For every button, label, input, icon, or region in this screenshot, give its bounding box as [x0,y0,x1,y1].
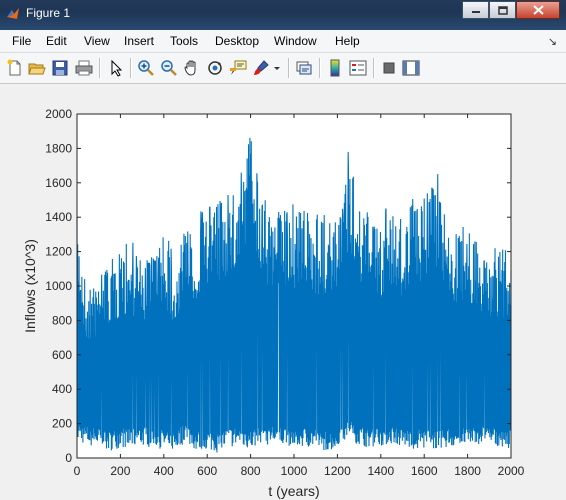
zoom-out-icon[interactable] [160,59,178,77]
x-tick-label: 600 [197,464,217,478]
y-tick-label: 600 [52,348,72,362]
figure-window: Figure 1 File Edit View Insert Tools Des… [0,0,566,500]
menu-bar: File Edit View Insert Tools Desktop Wind… [0,30,566,53]
link-plot-icon[interactable] [295,59,313,77]
x-tick-label: 1000 [281,464,308,478]
title-bar[interactable]: Figure 1 [0,0,566,31]
new-figure-icon[interactable] [6,59,24,77]
x-tick-label: 400 [154,464,174,478]
toolbar-separator [319,58,321,78]
y-tick-label: 1200 [45,245,72,259]
menu-edit[interactable]: Edit [46,34,67,48]
save-icon[interactable] [51,59,69,77]
figure-canvas: 0 200 400 600 800 1000 1200 1400 1600 1800 2000 0 20… [0,84,566,500]
menu-view[interactable]: View [84,34,110,48]
pan-hand-icon[interactable] [183,59,201,77]
brush-dropdown-icon[interactable] [272,59,282,77]
toolbar-separator [288,58,290,78]
y-tick-label: 2000 [45,107,72,121]
x-tick-label: 0 [74,464,81,478]
y-tick-label: 0 [65,451,72,465]
x-tick-label: 800 [241,464,261,478]
y-axis-label: Inflows (x10^3) [22,239,38,333]
zoom-in-icon[interactable] [137,59,155,77]
menu-desktop[interactable]: Desktop [215,34,259,48]
y-tick-label: 200 [52,417,72,431]
y-tick-label: 400 [52,382,72,396]
window-title: Figure 1 [26,6,71,20]
y-tick-label: 1600 [45,176,72,190]
print-icon[interactable] [75,59,93,77]
toolbar-separator [373,58,375,78]
toolbar-separator [99,58,101,78]
y-tick-label: 1400 [45,210,72,224]
y-tick-label: 1000 [45,279,72,293]
edit-plot-arrow-icon[interactable] [107,59,125,77]
y-tick-label: 1800 [45,141,72,155]
maximize-button[interactable] [489,1,516,19]
brush-icon[interactable] [252,59,270,77]
menu-insert[interactable]: Insert [124,34,154,48]
x-tick-label: 1400 [367,464,394,478]
inflows-line-chart[interactable]: 0 200 400 600 800 1000 1200 1400 1600 1800 2000 0 20… [0,84,566,500]
menu-file[interactable]: File [12,34,31,48]
data-cursor-icon[interactable] [229,59,247,77]
close-icon [532,5,544,15]
menu-help[interactable]: Help [335,34,360,48]
minimize-button[interactable] [462,1,489,19]
figure-toolbar [0,53,566,84]
x-tick-label: 1800 [454,464,481,478]
insert-legend-icon[interactable] [349,59,367,77]
insert-colorbar-icon[interactable] [326,59,344,77]
x-tick-label: 2000 [498,464,525,478]
minimize-icon [471,11,480,13]
x-axis-label: t (years) [268,483,319,499]
maximize-icon [497,5,508,15]
x-tick-label: 1200 [324,464,351,478]
menu-window[interactable]: Window [274,34,317,48]
show-plot-tools-icon[interactable] [402,59,420,77]
dock-arrow-icon[interactable]: ↘ [548,35,557,48]
x-tick-label: 1600 [411,464,438,478]
toolbar-separator [130,58,132,78]
window-controls [462,1,560,21]
y-tick-label: 800 [52,313,72,327]
menu-tools[interactable]: Tools [170,34,198,48]
matlab-logo-icon [7,8,19,19]
close-button[interactable] [516,1,560,19]
open-file-icon[interactable] [28,59,46,77]
rotate-3d-icon[interactable] [206,59,224,77]
x-tick-label: 200 [110,464,130,478]
hide-plot-tools-icon[interactable] [380,59,398,77]
